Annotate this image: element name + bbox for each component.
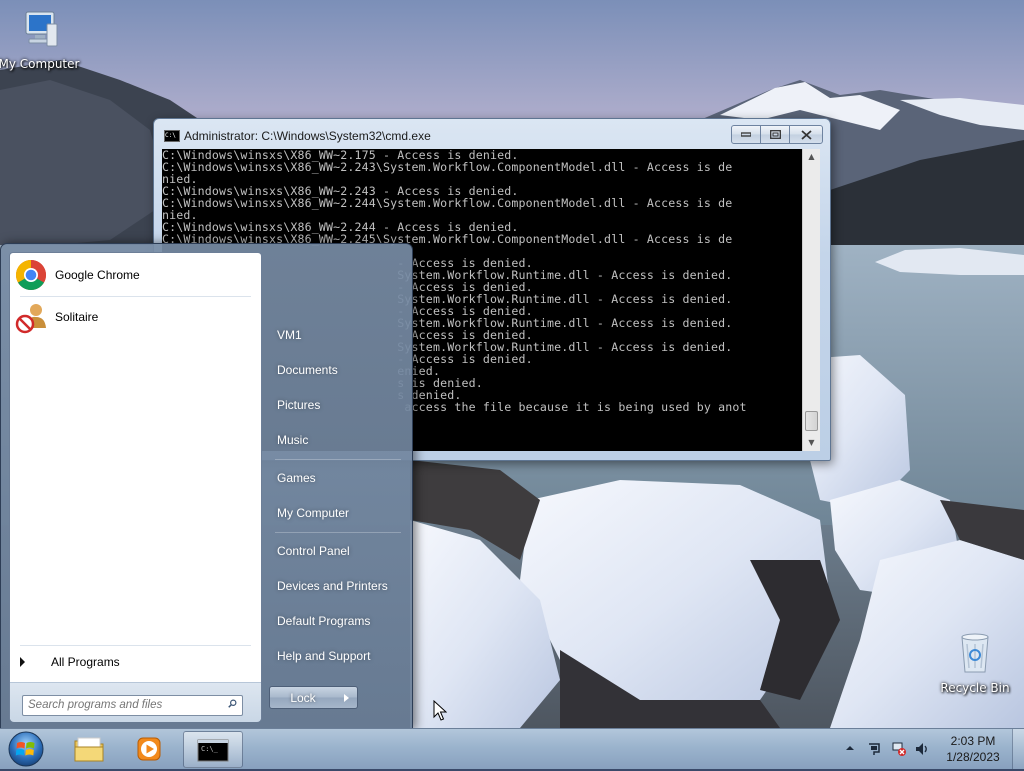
- separator: [20, 645, 251, 646]
- all-programs-button[interactable]: All Programs: [20, 651, 250, 673]
- desktop-icon-my-computer[interactable]: My Computer: [0, 8, 84, 71]
- program-label: Solitaire: [55, 310, 99, 324]
- start-menu-programs-pane: Google Chrome Solitaire All Programs: [9, 252, 262, 722]
- clock-date: 1/28/2023: [946, 750, 1000, 764]
- start-link-label: VM1: [277, 328, 302, 342]
- separator: [20, 296, 251, 297]
- desktop-icon-label: My Computer: [0, 57, 80, 71]
- start-link-label: Control Panel: [277, 544, 350, 558]
- maximize-button[interactable]: [760, 125, 790, 144]
- scroll-up-arrow-icon[interactable]: ▲: [803, 149, 820, 165]
- cmd-scrollbar[interactable]: ▲ ▼: [802, 149, 820, 451]
- minimize-button[interactable]: [731, 125, 761, 144]
- taskbar-cmd-button[interactable]: C:\_: [183, 731, 243, 768]
- chrome-icon: [14, 258, 48, 292]
- start-link-games[interactable]: Games: [269, 464, 403, 492]
- start-link-documents[interactable]: Documents: [269, 356, 403, 384]
- search-input[interactable]: [23, 696, 218, 713]
- computer-icon: [25, 11, 58, 47]
- start-link-default-programs[interactable]: Default Programs: [269, 607, 403, 635]
- show-hidden-icons-icon[interactable]: [845, 743, 855, 753]
- separator: [275, 532, 401, 533]
- solitaire-icon: [14, 300, 48, 334]
- cmd-titlebar[interactable]: C:\ Administrator: C:\Windows\System32\c…: [154, 119, 830, 149]
- window-controls: [731, 125, 823, 144]
- start-link-label: Documents: [277, 363, 338, 377]
- network-icon[interactable]: [891, 741, 907, 757]
- svg-text:C:\_: C:\_: [201, 745, 219, 753]
- start-button[interactable]: [6, 730, 46, 768]
- windows-logo-icon: [8, 731, 44, 767]
- scrollbar-thumb[interactable]: [805, 411, 818, 431]
- cmd-icon: C:\_: [197, 739, 229, 761]
- close-button[interactable]: [789, 125, 823, 144]
- program-label: Google Chrome: [55, 268, 140, 282]
- clock-time: 2:03 PM: [950, 734, 996, 748]
- start-link-label: Default Programs: [277, 614, 371, 628]
- start-link-my-computer[interactable]: My Computer: [269, 499, 403, 527]
- all-programs-label: All Programs: [51, 655, 120, 669]
- lock-button[interactable]: Lock: [269, 686, 337, 709]
- start-menu: Google Chrome Solitaire All Programs Sea…: [0, 243, 413, 730]
- search-icon[interactable]: [228, 699, 237, 708]
- start-link-label: Pictures: [277, 398, 321, 412]
- start-link-label: Devices and Printers: [277, 579, 388, 593]
- recycle-bin-icon: [961, 633, 989, 673]
- desktop-icon-label: Recycle Bin: [940, 681, 1010, 695]
- start-program-google-chrome[interactable]: Google Chrome: [14, 256, 256, 294]
- close-icon: [800, 129, 812, 140]
- taskbar-clock[interactable]: 2:03 PM 1/28/2023: [940, 733, 1006, 765]
- maximize-icon: [769, 130, 781, 139]
- explorer-icon: [74, 737, 104, 761]
- start-link-devices-and-printers[interactable]: Devices and Printers: [269, 572, 403, 600]
- console-line: C:\Windows\winsxs\X86_WW~2.243\System.Wo…: [162, 160, 733, 174]
- start-link-vm1[interactable]: VM1: [269, 321, 403, 349]
- taskbar-explorer-button[interactable]: [60, 731, 118, 766]
- start-search-box[interactable]: [22, 695, 243, 716]
- start-link-control-panel[interactable]: Control Panel: [269, 537, 403, 565]
- minimize-icon: [741, 131, 751, 137]
- show-desktop-button[interactable]: [1012, 729, 1024, 769]
- separator: [275, 459, 401, 460]
- start-link-label: Help and Support: [277, 649, 371, 663]
- start-program-solitaire[interactable]: Solitaire: [14, 298, 256, 336]
- cmd-icon: C:\: [164, 130, 180, 142]
- scroll-down-arrow-icon[interactable]: ▼: [803, 435, 820, 451]
- action-center-icon[interactable]: [866, 741, 882, 757]
- taskbar-media-player-button[interactable]: [120, 731, 178, 766]
- start-link-label: Music: [277, 433, 309, 447]
- arrow-right-icon: [344, 693, 349, 702]
- shutdown-options-button[interactable]: [336, 686, 358, 709]
- start-link-pictures[interactable]: Pictures: [269, 391, 403, 419]
- arrow-right-icon: [20, 657, 25, 667]
- start-link-label: Games: [277, 471, 316, 485]
- start-link-help-and-support[interactable]: Help and Support: [269, 642, 403, 670]
- volume-icon[interactable]: [914, 741, 930, 757]
- start-link-label: My Computer: [277, 506, 350, 520]
- desktop-icon-recycle-bin[interactable]: Recycle Bin: [930, 630, 1020, 695]
- taskbar: C:\_ 2:03 PM 1/28/2023: [0, 728, 1024, 769]
- start-search-area: [10, 682, 261, 722]
- start-link-music[interactable]: Music: [269, 426, 403, 454]
- media-player-icon: [137, 737, 161, 760]
- mouse-cursor-icon: [433, 700, 447, 721]
- console-line: C:\Windows\winsxs\X86_WW~2.244\System.Wo…: [162, 196, 733, 210]
- cmd-window-title: Administrator: C:\Windows\System32\cmd.e…: [184, 129, 431, 143]
